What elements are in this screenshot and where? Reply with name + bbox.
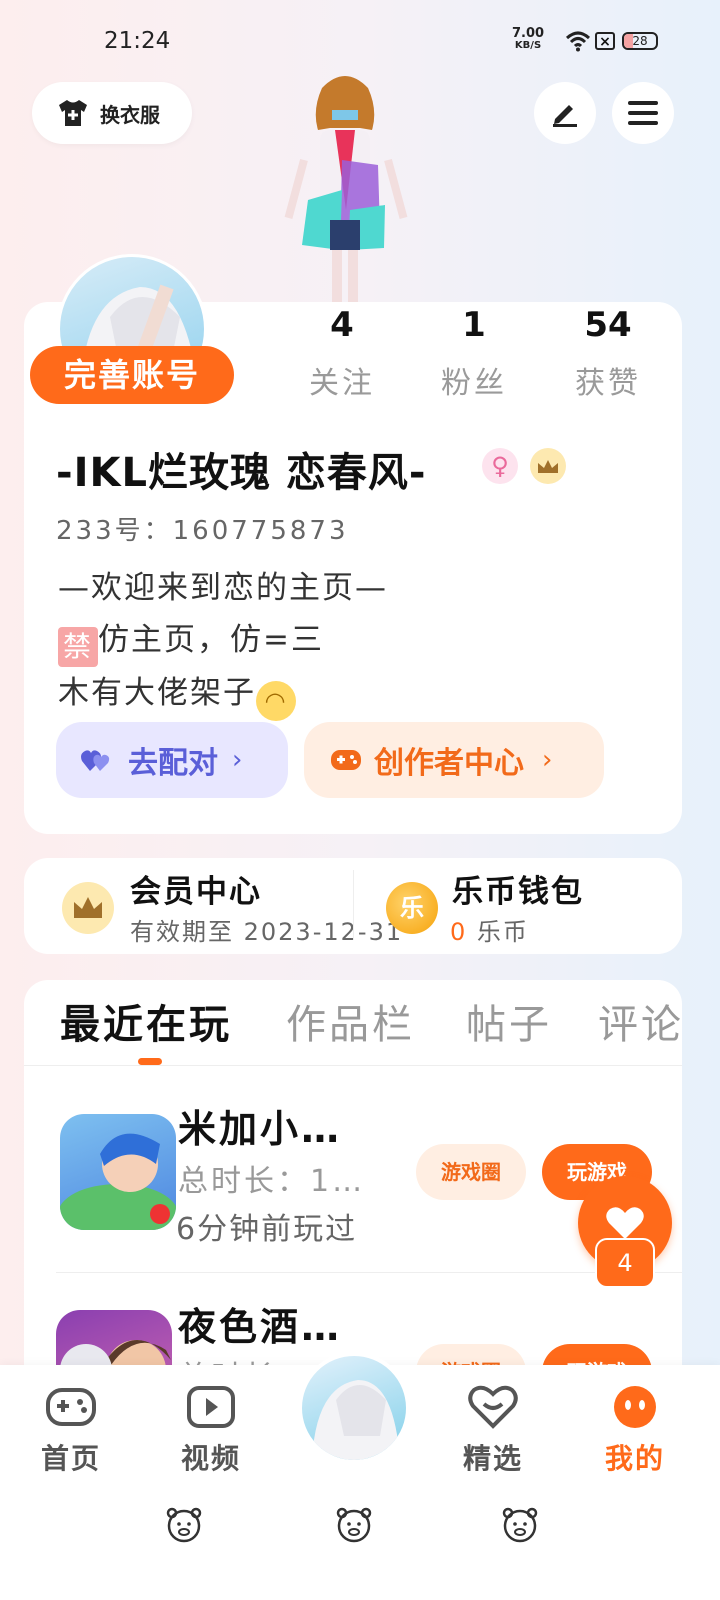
following-label: 关注 [309, 366, 375, 401]
following-count: 4 [330, 305, 354, 345]
username: -IKL烂玫瑰 恋春风- [56, 450, 427, 496]
member-expiry: 有效期至 2023-12-31 [130, 918, 404, 946]
change-outfit-button[interactable]: 换衣服 [32, 82, 192, 144]
likes-count: 54 [584, 305, 632, 345]
crown-icon [538, 459, 558, 473]
ban-emoji-icon: 禁 [58, 627, 98, 667]
tab-comments[interactable]: 评论 [598, 992, 682, 1050]
active-tab-indicator [138, 1058, 162, 1065]
nav-mine[interactable]: 我的 [590, 1385, 680, 1477]
complete-account-button[interactable]: 完善账号 [30, 346, 234, 404]
go-pair-label: 去配对 [128, 746, 218, 781]
nav-video[interactable]: 视频 [166, 1385, 256, 1477]
change-outfit-label: 换衣服 [100, 102, 160, 127]
status-time: 21:24 [104, 28, 171, 54]
game-title: 米加小… [178, 1107, 343, 1151]
nav-featured-label: 精选 [462, 1442, 523, 1475]
fans-stat[interactable]: 1 粉丝 [414, 300, 534, 402]
battery-icon: 28 [622, 32, 658, 50]
divider [353, 870, 354, 940]
row-divider [56, 1272, 682, 1273]
nav-home-label: 首页 [40, 1442, 101, 1475]
creator-center-button[interactable]: 创作者中心 › [304, 722, 604, 798]
bio: —欢迎来到恋的主页— 禁仿主页，仿=三 木有大佬架子 ◠ [58, 562, 388, 721]
yawn-emoji-icon: ◠ [256, 681, 296, 721]
video-play-icon [187, 1386, 235, 1428]
likes-label: 获赞 [575, 366, 641, 401]
center-avatar-button[interactable] [298, 1352, 410, 1464]
edit-profile-button[interactable] [534, 82, 596, 144]
gamepad-icon [331, 750, 361, 770]
tab-works[interactable]: 作品栏 [286, 992, 415, 1050]
bio-line-2-text: 仿主页，仿=三 [98, 622, 324, 658]
floating-heart-count: 4 [595, 1238, 655, 1288]
net-speed: 7.00 KB/S [512, 26, 545, 52]
bear-face-icon [166, 1507, 202, 1543]
hamburger-icon [628, 101, 658, 125]
bio-line-3: 木有大佬架子 ◠ [58, 667, 388, 721]
game-playtime: 总时长：1… [178, 1164, 366, 1199]
tab-posts[interactable]: 帖子 [466, 992, 552, 1050]
bear-face-icon [502, 1507, 538, 1543]
wallet-amount: 0 [450, 918, 468, 946]
wallet-unit: 乐币 [476, 918, 529, 946]
menu-button[interactable] [612, 82, 674, 144]
fans-count: 1 [462, 305, 486, 345]
wallet-title[interactable]: 乐币钱包 [452, 866, 584, 911]
wallet-balance: 0 乐币 [450, 912, 529, 947]
chevron-right-icon: › [232, 745, 243, 775]
user-id: 233号：160775873 [56, 516, 349, 546]
double-heart-icon [81, 750, 110, 771]
wifi-icon [565, 31, 591, 52]
go-pair-button[interactable]: 去配对 › [56, 722, 288, 798]
game-last-played: 6分钟前玩过 [176, 1212, 358, 1247]
chevron-right-icon: › [542, 745, 553, 775]
nav-mine-label: 我的 [604, 1442, 665, 1475]
likes-stat[interactable]: 54 获赞 [548, 300, 668, 402]
heart-badge-icon [468, 1385, 518, 1429]
fans-label: 粉丝 [441, 366, 507, 401]
member-crown-icon [62, 882, 114, 934]
crown-badge-icon [530, 448, 566, 484]
bio-line-2: 禁仿主页，仿=三 [58, 614, 388, 667]
battery-text: 28 [632, 34, 648, 48]
game-art [60, 1133, 176, 1230]
avatar-art [312, 1380, 400, 1460]
avatar-character-figure[interactable] [280, 70, 410, 305]
nav-home[interactable]: 首页 [26, 1385, 116, 1477]
bear-face-icon [336, 1507, 372, 1543]
gamepad-icon [46, 1388, 96, 1426]
creator-center-label: 创作者中心 [374, 746, 524, 781]
notification-x-icon: × [595, 32, 615, 50]
heart-icon [606, 1207, 644, 1239]
profile-face-icon [614, 1386, 656, 1428]
tab-recent-play[interactable]: 最近在玩 [60, 992, 232, 1050]
game-circle-button[interactable]: 游戏圈 [416, 1144, 526, 1200]
coin-icon: 乐 [386, 882, 438, 934]
tab-divider [24, 1065, 682, 1066]
game-title: 夜色酒… [178, 1305, 343, 1349]
net-speed-unit: KB/S [514, 40, 542, 51]
net-speed-value: 7.00 [512, 26, 545, 41]
bio-line-3-text: 木有大佬架子 [58, 675, 256, 711]
nav-video-label: 视频 [180, 1442, 241, 1475]
bio-line-1: —欢迎来到恋的主页— [58, 570, 388, 606]
pen-icon [553, 105, 577, 127]
crown-icon [74, 897, 102, 918]
female-gender-icon: ♀ [482, 448, 518, 484]
nav-featured[interactable]: 精选 [448, 1385, 538, 1477]
tshirt-icon [59, 100, 87, 126]
game-icon-miga[interactable] [60, 1114, 176, 1230]
following-stat[interactable]: 4 关注 [282, 300, 402, 402]
member-center-title[interactable]: 会员中心 [130, 866, 262, 911]
